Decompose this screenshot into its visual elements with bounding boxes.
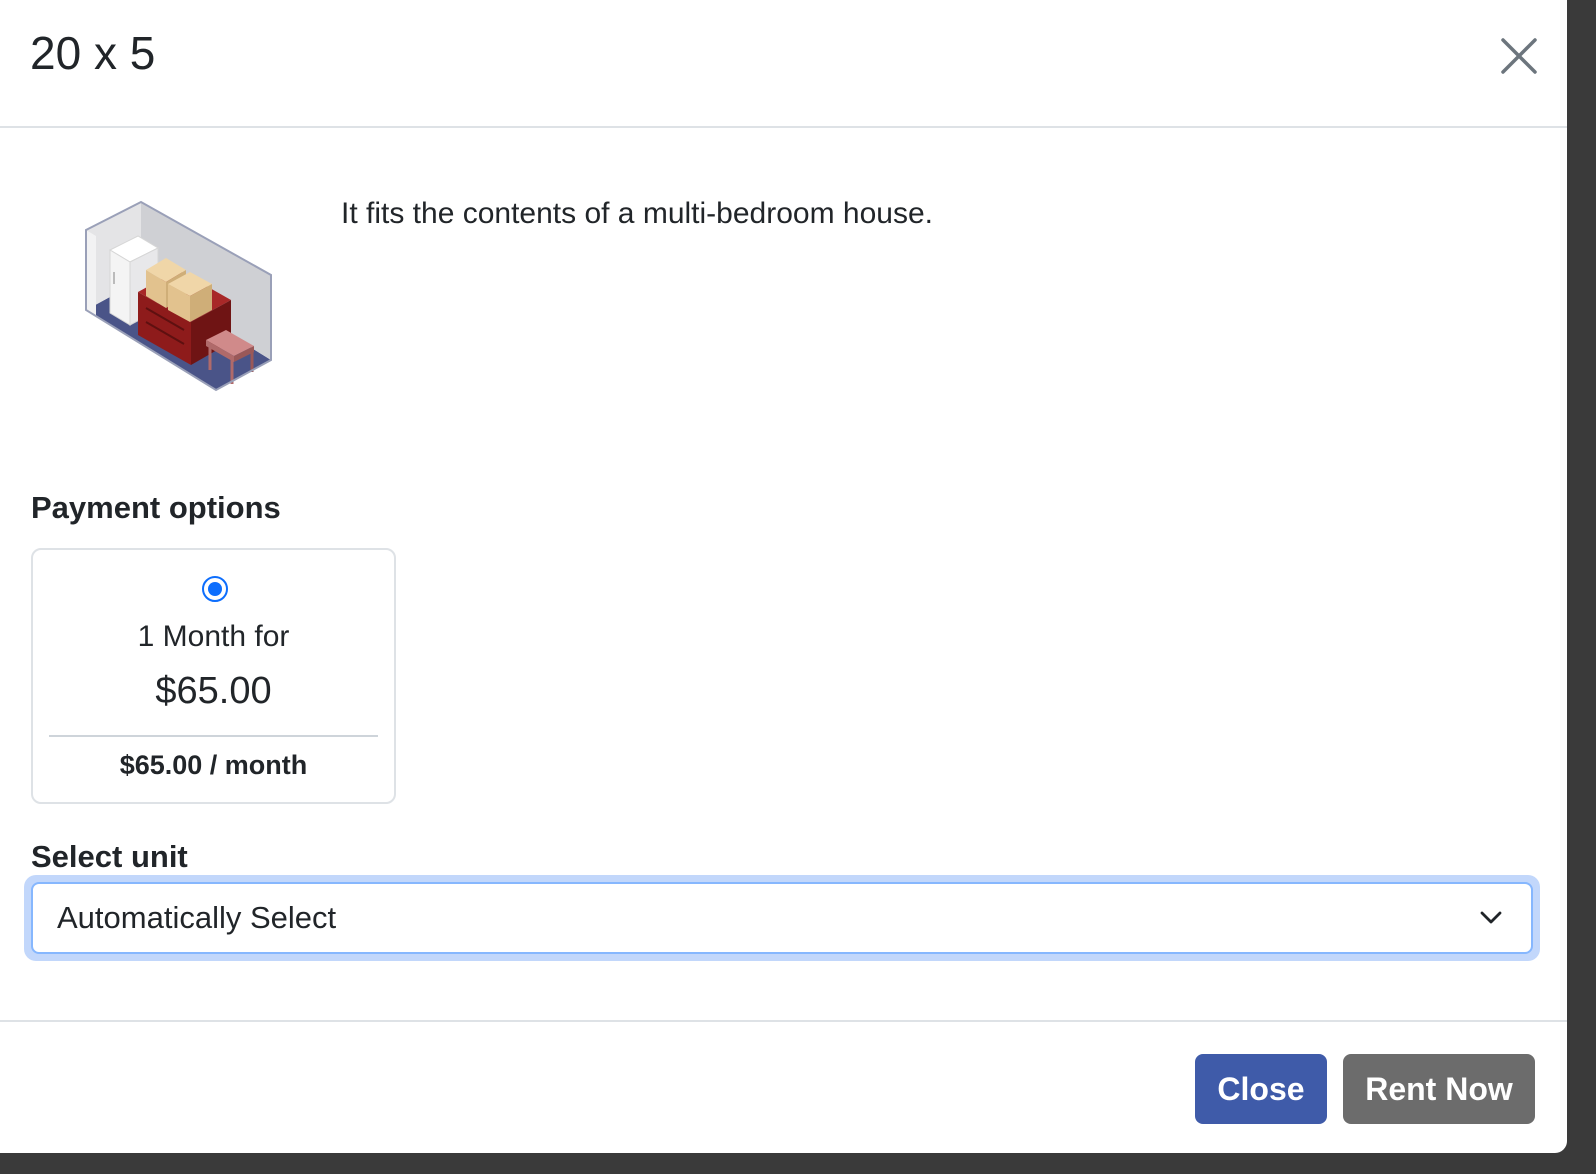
unit-select-dropdown[interactable]: Automatically Select: [31, 882, 1533, 954]
close-icon[interactable]: [1499, 36, 1539, 76]
rent-now-button[interactable]: Rent Now: [1343, 1054, 1535, 1124]
modal-header: 20 x 5: [0, 0, 1567, 128]
card-divider: [49, 735, 378, 737]
payment-monthly-rate: $65.00 / month: [119, 750, 308, 780]
radio-selected-dot: [208, 582, 222, 596]
unit-select-value: Automatically Select: [57, 900, 337, 935]
select-unit-label: Select unit: [31, 839, 188, 874]
payment-option-radio[interactable]: [202, 576, 228, 602]
modal-footer: Close Rent Now: [0, 1020, 1567, 1153]
unit-detail-modal: 20 x 5 It fits the contents of a multi-b…: [0, 0, 1567, 1153]
payment-price: $65.00: [155, 670, 272, 712]
payment-options-label: Payment options: [31, 490, 281, 525]
unit-description: It fits the contents of a multi-bedroom …: [341, 197, 933, 230]
modal-title: 20 x 5: [30, 27, 156, 79]
select-focus-ring: Automatically Select: [24, 875, 1540, 961]
payment-option-card[interactable]: 1 Month for $65.00 $65.00 / month: [31, 548, 396, 804]
chevron-down-icon: [1479, 908, 1503, 928]
storage-unit-illustration: [66, 200, 286, 410]
payment-term: 1 Month for: [137, 620, 290, 653]
close-button[interactable]: Close: [1195, 1054, 1327, 1124]
modal-body: It fits the contents of a multi-bedroom …: [0, 128, 1567, 1020]
